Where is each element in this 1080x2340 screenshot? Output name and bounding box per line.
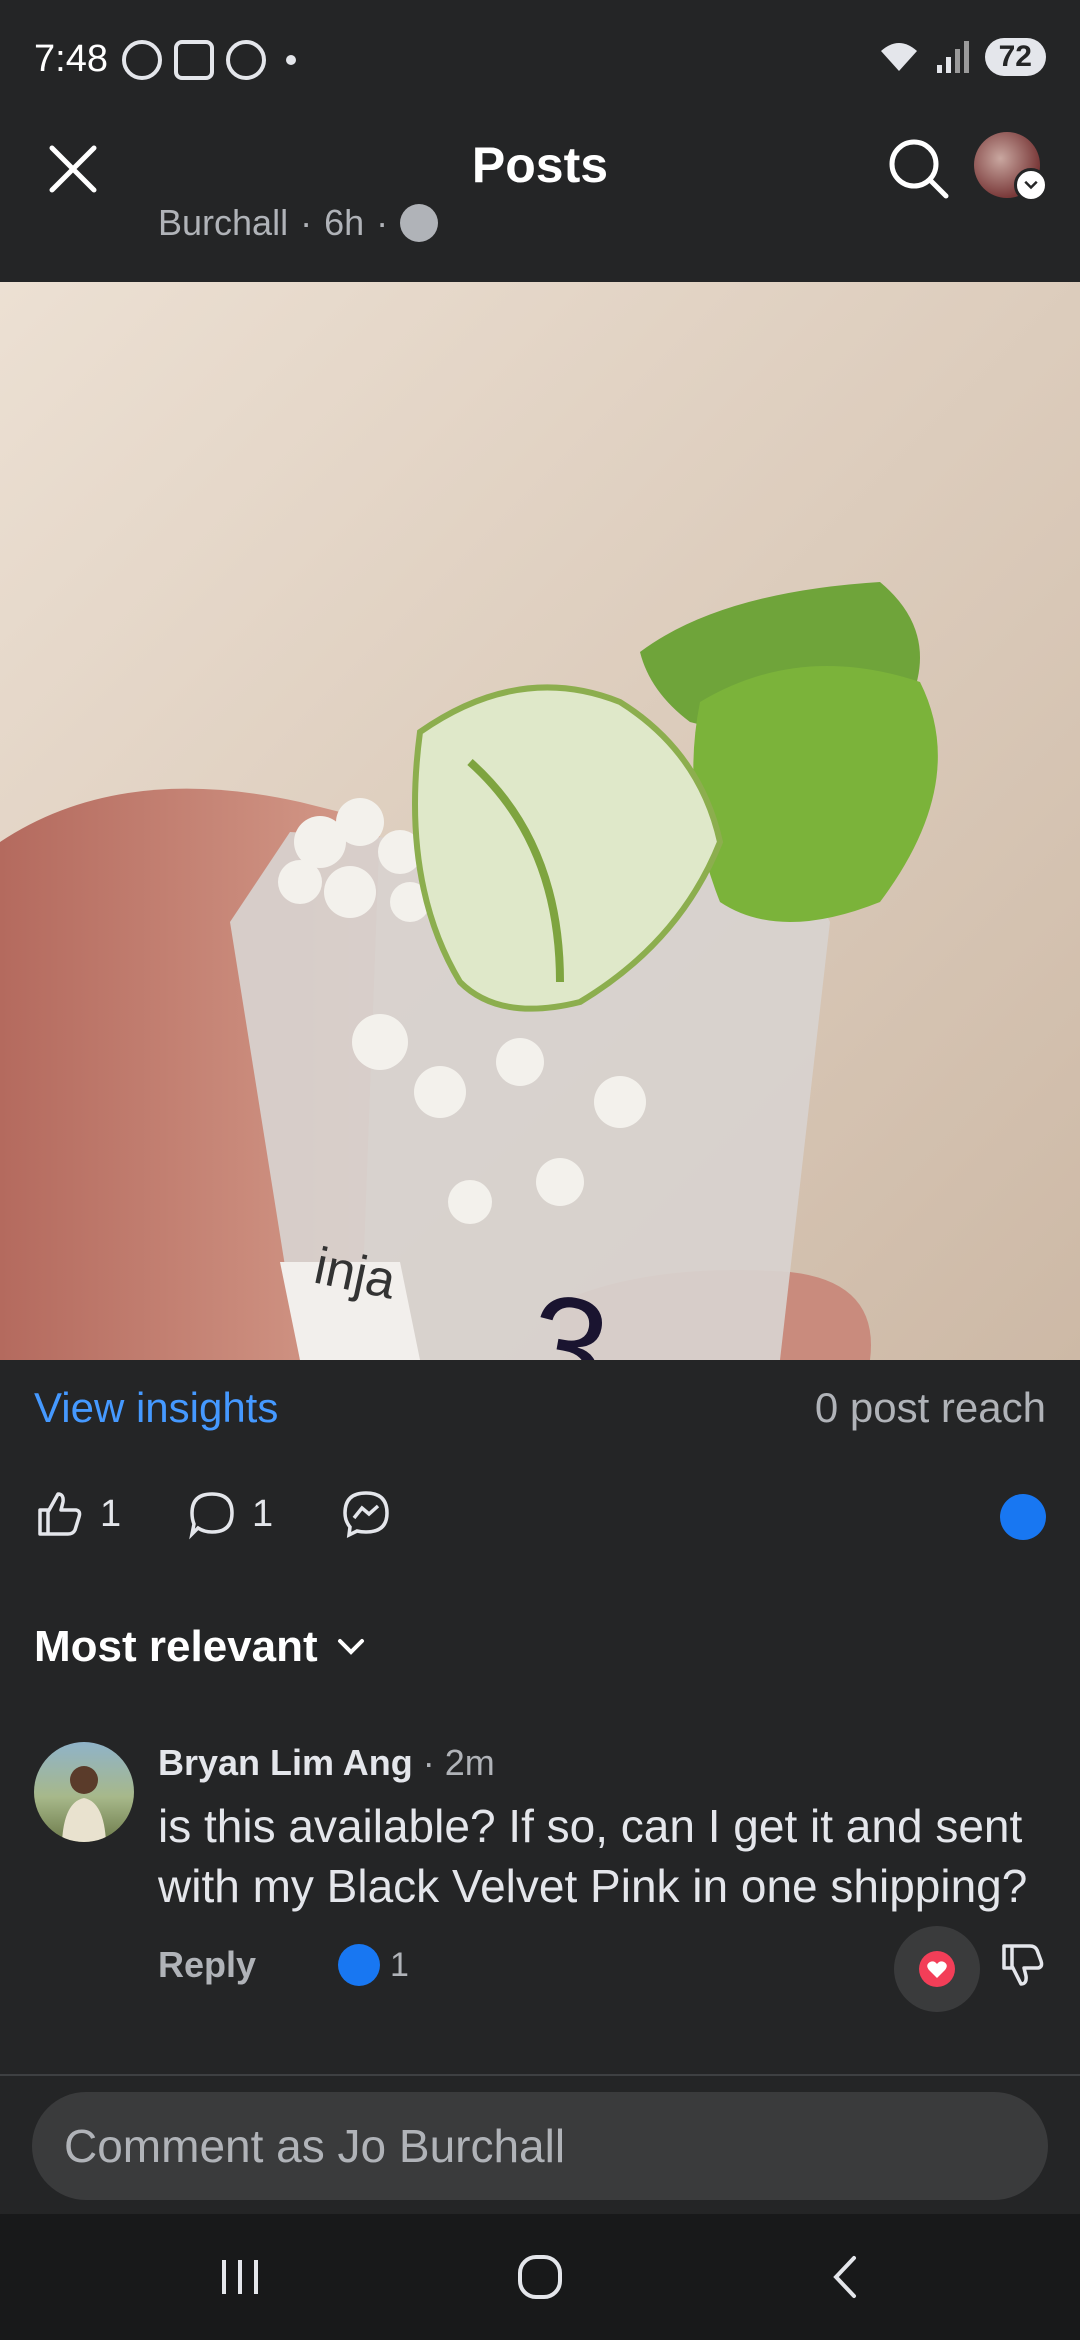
comment-body: Bryan Lim Ang · 2m is this available? If… — [158, 1742, 1046, 2012]
search-icon[interactable] — [884, 134, 954, 204]
chevron-down-icon — [337, 1639, 364, 1655]
like-button[interactable]: 1 — [34, 1488, 121, 1540]
messenger-notification-icon — [226, 40, 266, 80]
post-action-bar: 1 1 — [34, 1488, 1046, 1558]
screenshot-icon — [174, 40, 214, 80]
comment-text: is this available? If so, can I get it a… — [158, 1800, 1028, 1912]
status-bar: 7:48 72 — [0, 0, 1080, 118]
threads-icon — [122, 40, 162, 80]
comment-actions: Reply 1 — [158, 1926, 1046, 2012]
status-time: 7:48 — [34, 38, 108, 80]
post-reach: 0 post reach — [814, 1384, 1046, 1431]
post-timestamp: 6h — [324, 202, 365, 243]
signal-icon — [936, 41, 969, 73]
battery-indicator: 72 — [984, 38, 1046, 76]
comment-header: Bryan Lim Ang · 2m — [158, 1742, 1046, 1784]
reply-button[interactable]: Reply — [158, 1944, 256, 1986]
comment-like-count: 1 — [390, 1945, 409, 1984]
thumbs-up-icon — [38, 1492, 82, 1536]
commenter-avatar[interactable] — [34, 1742, 134, 1842]
reaction-summary-like-icon[interactable] — [1000, 1494, 1046, 1540]
separator: · — [300, 202, 313, 243]
status-right: 72 — [877, 38, 1046, 76]
comment-composer — [0, 2074, 1080, 2214]
post-meta-peek: Burchall · 6h · — [158, 202, 439, 244]
view-insights-link[interactable]: View insights — [34, 1384, 278, 1432]
commenter-name[interactable]: Bryan Lim Ang — [158, 1742, 413, 1783]
comment-sort-dropdown[interactable]: Most relevant — [34, 1622, 370, 1672]
send-button[interactable] — [340, 1488, 392, 1540]
post-author-name[interactable]: Burchall — [158, 202, 288, 244]
top-app-bar: Posts Burchall · 6h · — [0, 118, 1080, 282]
home-icon[interactable] — [510, 2252, 570, 2302]
post-photo[interactable]: inja 3 — [0, 282, 1080, 1360]
more-notifications-dot — [286, 55, 296, 65]
like-count: 1 — [100, 1492, 122, 1535]
comment-button[interactable]: 1 — [186, 1488, 273, 1540]
comment-time: · 2m — [412, 1742, 495, 1783]
sort-label: Most relevant — [34, 1622, 318, 1671]
comment-count: 1 — [252, 1492, 274, 1535]
separator: · — [376, 202, 389, 243]
messenger-icon — [343, 1491, 389, 1539]
chevron-down-icon[interactable] — [1014, 168, 1048, 202]
recent-apps-icon[interactable] — [210, 2252, 270, 2302]
comment-input[interactable] — [32, 2092, 1048, 2200]
system-nav-bar — [0, 2214, 1080, 2340]
comment-reactions[interactable]: 1 — [338, 1944, 409, 1986]
insights-row: View insights 0 post reach — [34, 1380, 1046, 1440]
audience-icon — [400, 204, 439, 242]
like-reaction-icon — [338, 1944, 380, 1986]
heart-icon — [919, 1951, 955, 1987]
back-icon[interactable] — [814, 2252, 874, 2302]
plant-photo: inja 3 — [0, 282, 1080, 1360]
thumbs-down-icon[interactable] — [998, 1940, 1046, 1988]
notification-icons — [122, 40, 296, 80]
wifi-icon — [880, 43, 917, 71]
person-avatar-image — [62, 1766, 106, 1842]
love-react-button[interactable] — [894, 1926, 980, 2012]
comment-icon — [189, 1492, 234, 1540]
